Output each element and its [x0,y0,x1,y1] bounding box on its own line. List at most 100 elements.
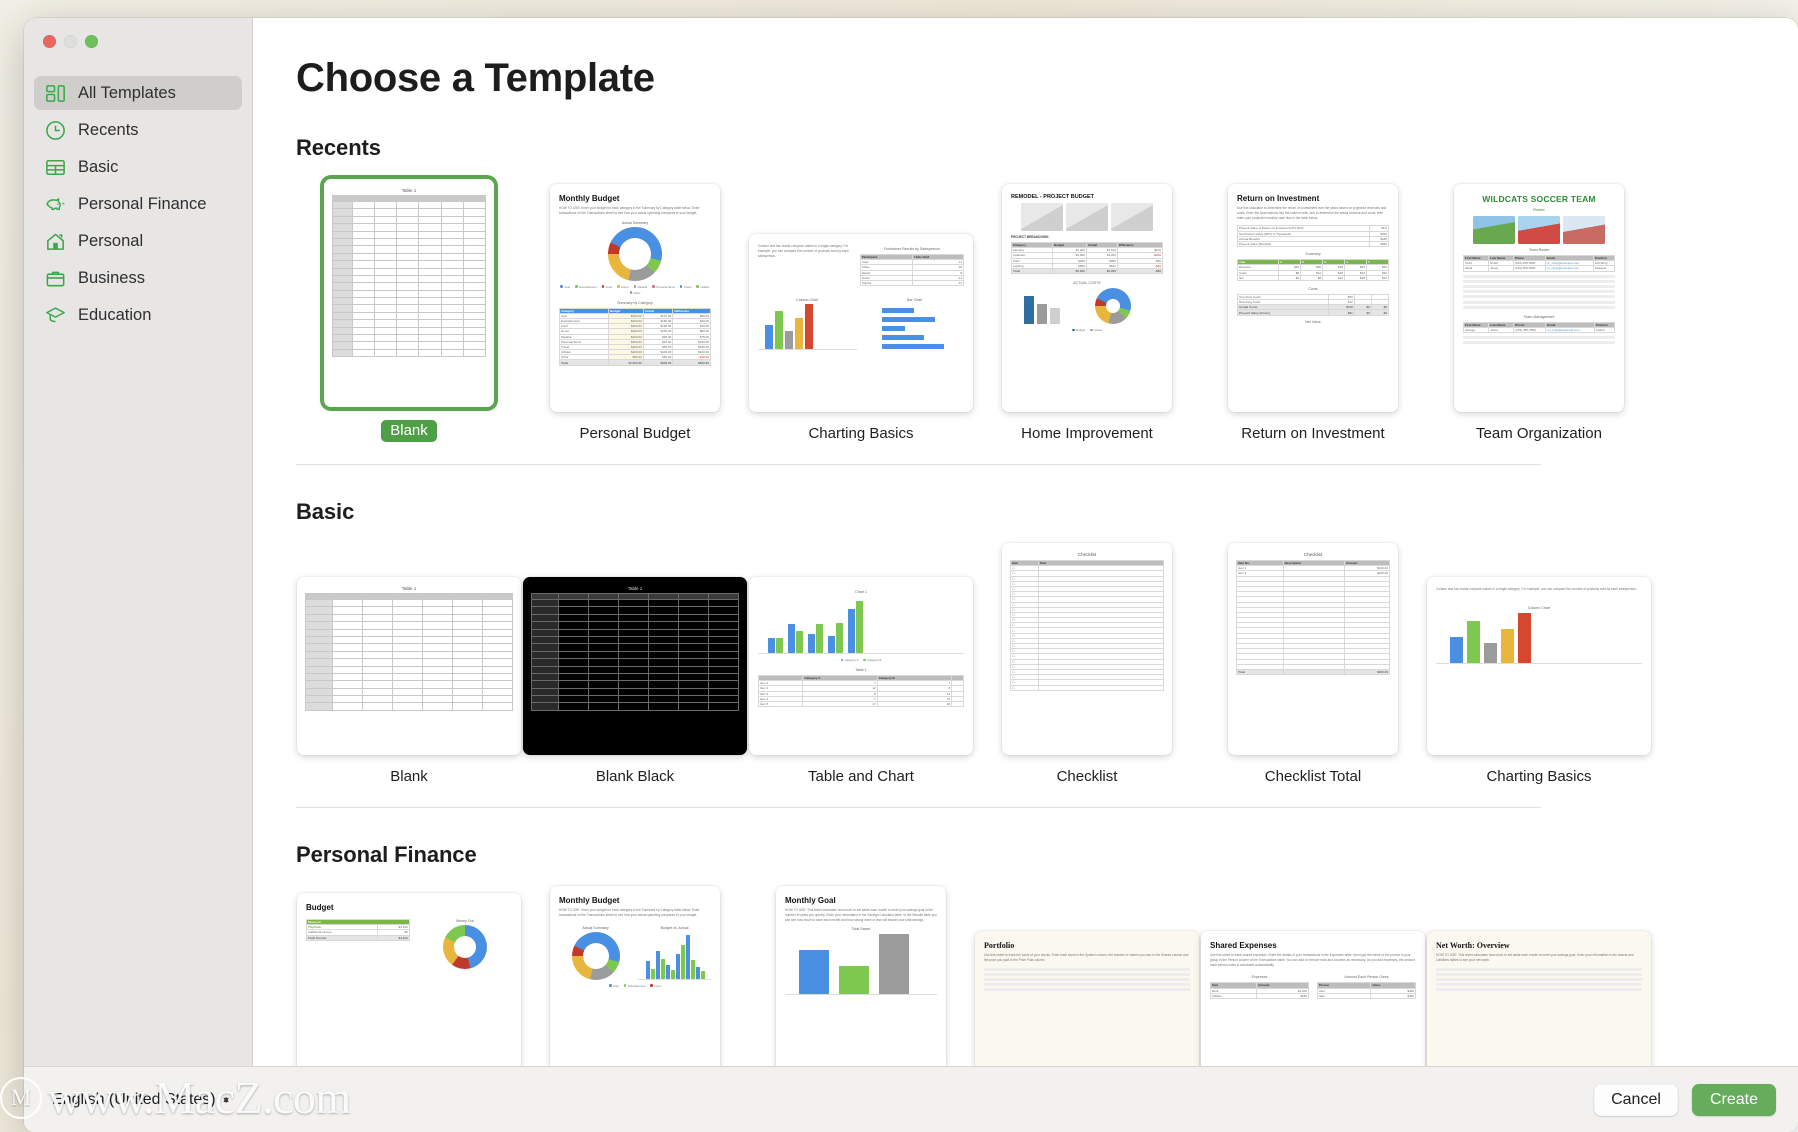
section-basic: Basic Table 1 Blank Table 1 Blank Black … [296,499,1798,808]
sidebar-item-recents[interactable]: Recents [34,113,242,147]
template-tile-net-worth[interactable]: Net Worth: Overview HOW TO USE: This she… [1426,921,1652,1066]
doc-blurb: Use this sheet to track shared expenses.… [1210,953,1415,967]
management-caption: Team Management [1523,314,1555,319]
gallery-scroll-area[interactable]: Choose a Template Recents Table 1 Blank … [253,18,1798,1066]
thumbnail-wrap: Budget Money In Paycheck $4,100 Additiona… [297,893,521,1066]
chart-title: Chart 1 [855,590,867,594]
template-thumbnail-blank-black[interactable]: Table 1 [523,577,747,755]
table-caption: Fundraiser Results by Salesperson [883,247,940,251]
summary-caption: Summary [1305,252,1321,257]
sidebar-item-label: Basic [78,157,119,176]
template-thumbnail-blank[interactable]: Table 1 [324,179,494,407]
fundraiser-table: Participant Units Sold Andy 11 Chloe 18 Dan… [859,253,964,287]
template-thumbnail-checklist[interactable]: Checklist Item Task ☐ ☐ ☐ ☐ ☐ ☐ ☐ ☐ ☐ ☐ ☐ ☐ ☐ ☐ ☐ [1002,543,1172,755]
template-thumbnail-charting-basics[interactable]: Column and bar charts compare values in … [749,234,973,412]
sidebar: All Templates Recents Basic Personal Fin… [24,18,253,1066]
template-thumbnail-monthly-budget[interactable]: Monthly Budget HOW TO USE: Enter your bu… [550,886,720,1066]
template-thumbnail-table-and-chart[interactable]: Chart 1 Category A Category B Table 1 Ca… [749,577,973,755]
sidebar-item-basic[interactable]: Basic [34,150,242,184]
template-thumbnail-return-on-investment[interactable]: Return on Investment Use this calculator… [1228,184,1398,412]
template-thumbnail-net-worth[interactable]: Net Worth: Overview HOW TO USE: This she… [1427,931,1651,1066]
zoom-window-button[interactable] [85,35,98,48]
checklist-table: Item Task ☐ ☐ ☐ ☐ ☐ ☐ ☐ ☐ ☐ ☐ ☐ ☐ ☐ ☐ ☐ ☐ ☐ ☐ ☐ ☐ ☐ [1010,559,1165,691]
sidebar-item-personal[interactable]: Personal [34,224,242,258]
chart-legend: Category A Category B [758,658,964,662]
doc-blurb: HOW TO USE: This sheet calculates how mu… [785,908,937,922]
template-row-recents: Table 1 Blank Monthly Budget HOW TO USE:… [296,169,1798,442]
template-tile-monthly-goal[interactable]: Monthly Goal HOW TO USE: This sheet calc… [748,876,974,1066]
template-tile-basic-blank[interactable]: Table 1 Blank [296,567,522,785]
expenses-table: Item Amount Rent $1,200 Utilities $180 [1210,982,1310,999]
column-chart [758,304,857,351]
sidebar-item-education[interactable]: Education [34,298,242,332]
thumbnail-wrap: Checklist Item No. Description Amount Item… [1228,543,1398,755]
thumbnail-wrap: Monthly Budget HOW TO USE: Enter your bu… [550,184,720,412]
template-thumbnail-basic-blank[interactable]: Table 1 [297,577,521,755]
table-title: Table 1 [855,668,867,672]
template-thumbnail-home-improvement[interactable]: REMODEL - PROJECT BUDGET PROJECT BREAKDO… [1002,184,1172,412]
doc-blurb: Column and bar charts compare values in … [1436,587,1637,591]
template-tile-checklist[interactable]: Checklist Item Task ☐ ☐ ☐ ☐ ☐ ☐ ☐ ☐ ☐ ☐ ☐ ☐ ☐ ☐ ☐ [974,533,1200,785]
template-tile-charting-basics[interactable]: Column and bar charts compare values in … [748,224,974,442]
team-photo [1473,216,1515,244]
section-personal-finance: Personal Finance Budget Money In Paychec… [296,842,1798,1066]
actual-costs-caption: ACTUAL COSTS [1073,281,1101,286]
template-tile-blank-black[interactable]: Table 1 Blank Black [522,567,748,785]
section-divider [296,464,1541,465]
template-tile-budget[interactable]: Budget Money In Paycheck $4,100 Additiona… [296,883,522,1066]
total-saved-chart [785,933,937,996]
cancel-button[interactable]: Cancel [1594,1083,1678,1116]
template-tile-blank[interactable]: Table 1 Blank [296,169,522,442]
create-button[interactable]: Create [1692,1083,1776,1116]
template-tile-team-organization[interactable]: WILDCATS SOCCER TEAM Roster Team Roster … [1426,174,1652,442]
mini-table-title: Table 1 [401,188,417,193]
sidebar-item-personal-finance[interactable]: Personal Finance [34,187,242,221]
home-improvement-art: REMODEL - PROJECT BUDGET PROJECT BREAKDO… [1002,184,1172,412]
template-label: Checklist [1056,768,1118,785]
thumbnail-wrap: Portfolio Use this sheet to track the va… [975,931,1199,1066]
template-tile-home-improvement[interactable]: REMODEL - PROJECT BUDGET PROJECT BREAKDO… [974,174,1200,442]
template-thumbnail-team-organization[interactable]: WILDCATS SOCCER TEAM Roster Team Roster … [1454,184,1624,412]
template-thumbnail-personal-budget[interactable]: Monthly Budget HOW TO USE: Enter your bu… [550,184,720,412]
template-chooser-window: All Templates Recents Basic Personal Fin… [24,18,1798,1132]
traffic-lights [24,26,252,66]
charting-basics-art: Column and bar charts compare values in … [1427,577,1651,755]
close-window-button[interactable] [43,35,56,48]
data-table: Category A Category B Item 177 Item 2 12 8 … [757,674,964,708]
template-thumbnail-shared-expenses[interactable]: Shared Expenses Use this sheet to track … [1201,931,1425,1066]
language-select[interactable]: English (United States) ▲ ▼ [46,1088,237,1112]
template-tile-return-on-investment[interactable]: Return on Investment Use this calculator… [1200,174,1426,442]
piggy-bank-icon [44,193,67,216]
template-label: Home Improvement [1021,425,1153,442]
summary-table: Category Budget Actual Difference Auto $200.… [559,307,711,366]
template-tile-table-and-chart[interactable]: Chart 1 Category A Category B Table 1 Ca… [748,567,974,785]
template-tile-personal-budget[interactable]: Monthly Budget HOW TO USE: Enter your bu… [522,174,748,442]
sidebar-item-all-templates[interactable]: All Templates [34,76,242,110]
template-thumbnail-checklist-total[interactable]: Checklist Item No. Description Amount Item… [1228,543,1398,755]
table-and-chart-art: Chart 1 Category A Category B Table 1 Ca… [749,577,973,755]
template-thumbnail-monthly-goal[interactable]: Monthly Goal HOW TO USE: This sheet calc… [776,886,946,1066]
sidebar-item-label: All Templates [78,83,176,102]
template-tile-portfolio[interactable]: Portfolio Use this sheet to track the va… [974,921,1200,1066]
template-gallery[interactable]: Choose a Template Recents Table 1 Blank … [253,18,1798,1066]
bar-caption: Budget vs. Actual [660,925,689,930]
template-tile-checklist-total[interactable]: Checklist Item No. Description Amount Item… [1200,533,1426,785]
briefcase-icon [44,267,67,290]
template-tile-basic-charting-basics[interactable]: Column and bar charts compare values in … [1426,567,1652,785]
thumbnail-wrap: Monthly Budget HOW TO USE: Enter your bu… [550,886,720,1066]
empty-rows [1463,336,1615,345]
template-tile-shared-expenses[interactable]: Shared Expenses Use this sheet to track … [1200,921,1426,1066]
sidebar-item-business[interactable]: Business [34,261,242,295]
house-icon [44,230,67,253]
page-title: Choose a Template [296,56,655,100]
room-photos [1011,203,1163,231]
template-thumbnail-portfolio[interactable]: Portfolio Use this sheet to track the va… [975,931,1199,1066]
template-thumbnail-basic-charting-basics[interactable]: Column and bar charts compare values in … [1427,577,1651,755]
template-label: Checklist Total [1264,768,1362,785]
donut-legend: Auto Entertainment Food Home Medical Persona… [559,285,711,295]
template-tile-monthly-budget[interactable]: Monthly Budget HOW TO USE: Enter your bu… [522,876,748,1066]
column-chart [1436,612,1642,664]
template-thumbnail-budget[interactable]: Budget Money In Paycheck $4,100 Additiona… [297,893,521,1066]
minimize-window-button[interactable] [64,35,77,48]
template-label: Return on Investment [1241,425,1385,442]
